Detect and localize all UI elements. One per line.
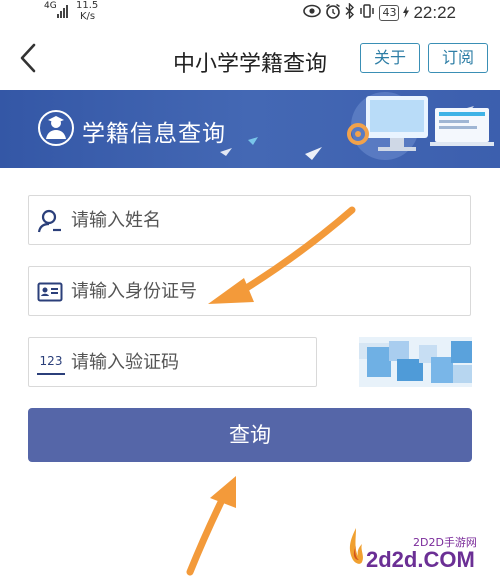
- network-speed: 11.5 K/s: [76, 0, 98, 22]
- name-input[interactable]: [71, 205, 431, 235]
- status-bar: 4G 11.5 K/s 43 22:22: [0, 0, 500, 26]
- student-icon: [38, 110, 74, 146]
- app-header: 中小学学籍查询 关于 订阅: [0, 26, 500, 90]
- computer-illustration: [347, 92, 494, 160]
- id-number-field[interactable]: [28, 266, 471, 316]
- captcha-field[interactable]: 123: [28, 337, 317, 387]
- banner-title: 学籍信息查询: [82, 121, 226, 147]
- alarm-icon: [325, 3, 341, 24]
- eye-icon: [303, 3, 322, 23]
- page-title: 中小学学籍查询: [172, 52, 327, 77]
- clock: 22:22: [413, 3, 456, 22]
- code-icon: 123: [37, 351, 65, 375]
- arrow-to-query-button: [186, 476, 236, 576]
- status-icons: 43 22:22: [303, 1, 456, 24]
- network-type: 4G: [44, 1, 57, 11]
- name-field[interactable]: [28, 195, 471, 245]
- captcha-input[interactable]: [71, 347, 311, 377]
- watermark-domain: 2d2d.COM: [366, 547, 475, 572]
- watermark: 2D2D手游网 2d2d.COM: [340, 520, 500, 577]
- flame-logo-icon: [349, 528, 363, 564]
- user-icon: [37, 209, 61, 233]
- speed-unit: K/s: [80, 11, 96, 22]
- banner: 学籍信息查询: [0, 90, 500, 168]
- speed-value: 11.5: [76, 0, 99, 11]
- id-card-icon: [37, 282, 63, 302]
- bluetooth-icon: [345, 1, 355, 24]
- captcha-image[interactable]: [359, 337, 472, 387]
- vibrate-icon: [359, 3, 375, 24]
- id-number-input[interactable]: [71, 276, 431, 306]
- signal-icon: [57, 4, 71, 18]
- subscribe-button[interactable]: 订阅: [428, 43, 488, 73]
- query-button[interactable]: 查询: [28, 408, 472, 462]
- battery-icon: 43: [379, 5, 400, 21]
- about-button[interactable]: 关于: [360, 43, 420, 73]
- charging-icon: [403, 5, 410, 21]
